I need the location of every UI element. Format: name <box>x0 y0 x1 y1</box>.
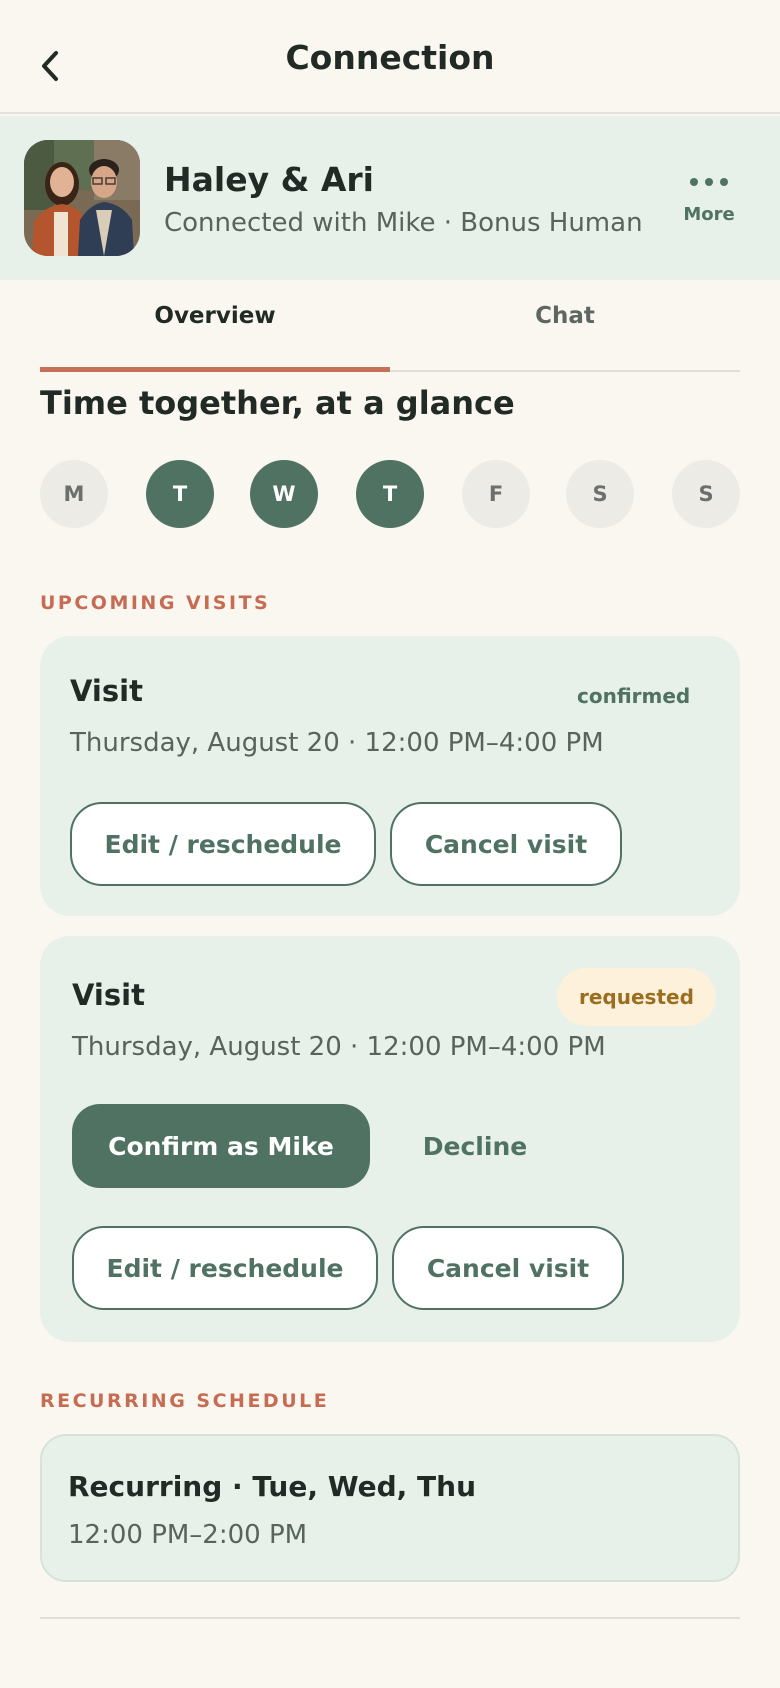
recurring-title: Recurring · Tue, Wed, Thu <box>68 1470 477 1503</box>
confirm-visit-button[interactable]: Confirm as Mike <box>72 1104 370 1188</box>
recurring-time: 12:00 PM–2:00 PM <box>68 1520 308 1550</box>
day-monday: M <box>40 460 108 528</box>
avatar[interactable] <box>24 140 140 256</box>
cancel-visit-button[interactable]: Cancel visit <box>392 1226 624 1310</box>
connection-subtitle: Connected with Mike · Bonus Human <box>164 208 643 238</box>
status-badge: requested <box>557 968 716 1026</box>
visit-time: Thursday, August 20 · 12:00 PM–4:00 PM <box>70 728 604 758</box>
tab-chat[interactable]: Chat <box>390 280 740 372</box>
visit-card-confirmed: Visit confirmed Thursday, August 20 · 12… <box>40 636 740 916</box>
recurring-schedule-card[interactable]: Recurring · Tue, Wed, Thu 12:00 PM–2:00 … <box>40 1434 740 1582</box>
day-thursday: T <box>356 460 424 528</box>
more-horizontal-icon <box>690 178 728 186</box>
edit-reschedule-button[interactable]: Edit / reschedule <box>72 1226 378 1310</box>
recurring-schedule-label: RECURRING SCHEDULE <box>40 1390 330 1412</box>
connection-profile: Haley & Ari Connected with Mike · Bonus … <box>0 116 780 280</box>
visit-title: Visit <box>70 674 143 708</box>
tab-overview[interactable]: Overview <box>40 280 390 372</box>
more-label: More <box>683 204 735 225</box>
weekday-row: M T W T F S S <box>40 460 740 528</box>
visit-time: Thursday, August 20 · 12:00 PM–4:00 PM <box>72 1032 606 1062</box>
glance-heading: Time together, at a glance <box>40 384 515 422</box>
visit-title: Visit <box>72 978 145 1012</box>
active-tab-indicator <box>40 367 390 372</box>
day-tuesday: T <box>146 460 214 528</box>
page-title: Connection <box>285 38 495 77</box>
status-badge: confirmed <box>577 684 691 708</box>
day-saturday: S <box>566 460 634 528</box>
day-friday: F <box>462 460 530 528</box>
day-sunday: S <box>672 460 740 528</box>
edit-reschedule-button[interactable]: Edit / reschedule <box>70 802 376 886</box>
visit-card-requested: Visit requested Thursday, August 20 · 12… <box>40 936 740 1342</box>
divider <box>40 1617 740 1619</box>
day-wednesday: W <box>250 460 318 528</box>
top-bar: Connection <box>0 0 780 114</box>
tab-bar: Overview Chat <box>40 280 740 372</box>
decline-button[interactable]: Decline <box>400 1104 550 1188</box>
cancel-visit-button[interactable]: Cancel visit <box>390 802 622 886</box>
more-button[interactable]: More <box>672 156 746 236</box>
connection-name: Haley & Ari <box>164 160 374 199</box>
upcoming-visits-label: UPCOMING VISITS <box>40 592 271 614</box>
